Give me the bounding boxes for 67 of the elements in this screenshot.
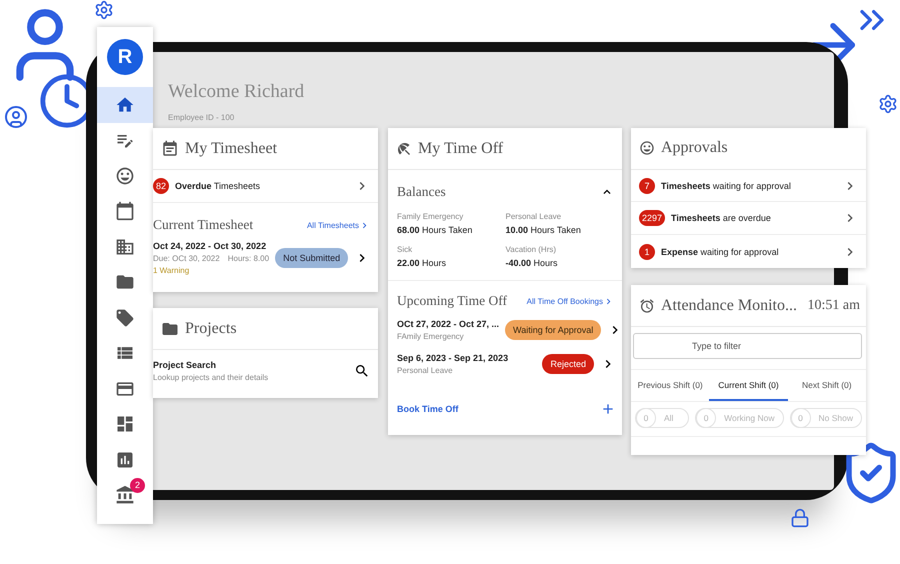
tag-icon bbox=[115, 308, 135, 328]
balance-value: 10.00 Hours Taken bbox=[506, 225, 582, 235]
count-badge: 1 bbox=[639, 244, 655, 260]
status-pill: Not Submitted bbox=[275, 248, 348, 268]
card-title: Projects bbox=[185, 320, 237, 338]
all-bookings-link[interactable]: All Time Off Bookings bbox=[526, 296, 614, 306]
project-search-subtitle: Lookup projects and their details bbox=[153, 373, 270, 382]
balance-value: 22.00 Hours bbox=[397, 258, 448, 268]
approval-row[interactable]: 2297 Timesheets are overdue bbox=[631, 202, 866, 236]
booking-period: OCt 27, 2022 - Oct 27, ... bbox=[397, 319, 500, 329]
balance-label: Sick bbox=[397, 245, 414, 254]
project-search-title: Project Search bbox=[153, 360, 218, 370]
balance-label: Family Emergency bbox=[397, 212, 464, 221]
bank-icon bbox=[115, 485, 135, 506]
booking-period: Sep 6, 2023 - Sep 21, 2023 bbox=[397, 353, 510, 363]
dashboard-icon bbox=[115, 414, 135, 434]
sidebar-item[interactable] bbox=[97, 87, 153, 122]
warning-text: 1 Warning bbox=[153, 266, 190, 275]
gear-icon bbox=[94, 0, 114, 20]
card-title: Attendance Monito... bbox=[661, 296, 797, 314]
approval-row[interactable]: 7 Timesheets waiting for approval bbox=[631, 170, 866, 202]
lock-icon bbox=[790, 508, 810, 528]
leave-type: Personal Leave bbox=[397, 366, 454, 375]
card-title: Approvals bbox=[661, 139, 728, 158]
umbrella-icon bbox=[396, 140, 412, 156]
section-title: Balances bbox=[397, 184, 446, 200]
person-icon bbox=[4, 105, 28, 129]
due-date: Due: OCt 30, 2022 bbox=[153, 254, 220, 263]
search-icon bbox=[354, 363, 370, 379]
welcome-title: Welcome Richard bbox=[168, 81, 306, 103]
time-text: 10:51 am bbox=[808, 298, 861, 314]
timesheet-period: Oct 24, 2022 - Oct 30, 2022 bbox=[153, 241, 268, 251]
card-title: My Time Off bbox=[418, 140, 504, 158]
status-pill: Rejected bbox=[542, 354, 594, 374]
all-timesheets-link[interactable]: All Timesheets bbox=[306, 220, 370, 230]
approval-text: Timesheets waiting for approval bbox=[661, 180, 791, 191]
face-icon bbox=[115, 166, 135, 186]
approval-row[interactable]: 1 Expense waiting for approval bbox=[631, 235, 866, 268]
leave-type: FAmily Emergency bbox=[397, 332, 465, 341]
logo: R bbox=[107, 39, 143, 75]
approval-text: Timesheets are overdue bbox=[671, 213, 771, 224]
employee-id: Employee ID - 100 bbox=[168, 113, 236, 122]
chart-icon bbox=[115, 450, 135, 470]
overdue-row[interactable]: 82 Overdue Timesheets bbox=[153, 170, 378, 203]
card-title: My Timesheet bbox=[185, 140, 278, 158]
overdue-text: Overdue Timesheets bbox=[175, 181, 260, 191]
count-badge: 82 bbox=[153, 178, 170, 194]
filter-field[interactable]: Type to filter bbox=[633, 333, 862, 359]
balance-value: 68.00 Hours Taken bbox=[397, 225, 474, 235]
sidebar-item[interactable]: 2 bbox=[97, 478, 153, 513]
approval-text: Expense waiting for approval bbox=[661, 246, 779, 257]
balance-label: Vacation (Hrs) bbox=[506, 245, 558, 254]
count-badge: 7 bbox=[639, 178, 655, 194]
building-icon bbox=[115, 236, 135, 257]
notification-badge: 2 bbox=[130, 478, 145, 492]
gear-icon bbox=[878, 94, 898, 114]
hours: Hours: 8.00 bbox=[228, 254, 270, 263]
face-icon bbox=[639, 140, 655, 156]
count-badge: 2297 bbox=[639, 210, 666, 226]
section-title: Upcoming Time Off bbox=[397, 293, 508, 309]
section-title: Current Timesheet bbox=[153, 217, 254, 233]
calendar-icon bbox=[115, 201, 135, 222]
book-time-off-link[interactable]: Book Time Off bbox=[397, 404, 458, 414]
status-pill: Waiting for Approval bbox=[505, 320, 602, 340]
balance-value: -40.00 Hours bbox=[506, 258, 559, 268]
balance-label: Personal Leave bbox=[506, 212, 562, 221]
alarm-icon bbox=[639, 298, 655, 314]
